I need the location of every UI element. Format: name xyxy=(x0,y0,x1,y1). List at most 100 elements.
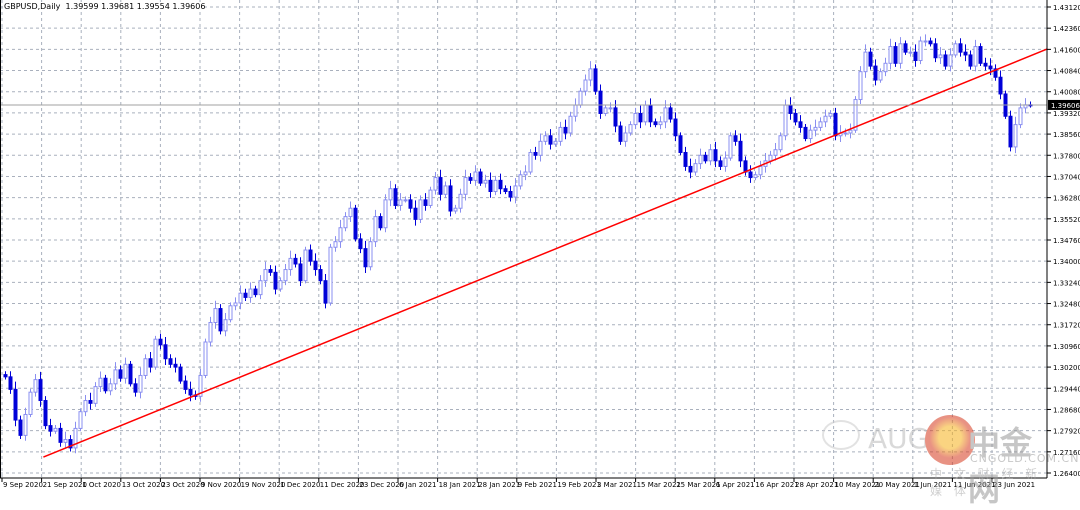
candle xyxy=(983,57,988,71)
candle xyxy=(893,42,898,67)
candle-body-bear xyxy=(873,65,878,81)
candle-body-bull xyxy=(543,135,548,142)
candle xyxy=(903,40,908,55)
candle-body-bear xyxy=(1008,115,1013,148)
candle xyxy=(858,66,863,104)
candle xyxy=(383,194,388,233)
candle xyxy=(1018,103,1023,129)
y-tick-label: 1.38560 xyxy=(1053,131,1080,139)
candle-body-bull xyxy=(428,189,433,206)
candle-body-bear xyxy=(508,191,513,198)
candle xyxy=(773,143,778,161)
price-chart[interactable]: 1.43120 1.42360 1.41600 1.40840 1.40080 1.393… xyxy=(0,0,1080,489)
x-tick-label: 28 Jan 2021 xyxy=(478,481,520,489)
candle xyxy=(948,48,953,72)
candle xyxy=(388,180,393,207)
candle xyxy=(738,133,743,168)
candle xyxy=(848,123,853,139)
candle-body-bear xyxy=(183,380,188,390)
candle xyxy=(663,100,668,129)
candle-body-bull xyxy=(818,121,823,128)
y-tick-label: 1.33240 xyxy=(1053,279,1080,287)
y-tick-label: 1.32480 xyxy=(1053,301,1080,309)
candle-body-bear xyxy=(88,400,93,404)
candle-body-bull xyxy=(723,157,728,167)
candle xyxy=(233,297,238,311)
y-tick-label: 1.40840 xyxy=(1053,68,1080,76)
candle-body-bull xyxy=(583,79,588,92)
axes: 1.43120 1.42360 1.41600 1.40840 1.40080 1.393… xyxy=(0,0,1080,489)
candle-body-bull xyxy=(443,185,448,195)
candle-body-bear xyxy=(958,43,963,53)
candle-body-bull xyxy=(263,269,268,282)
candle xyxy=(543,131,548,145)
candle-body-bull xyxy=(553,140,558,145)
candle xyxy=(378,213,383,231)
candle xyxy=(398,193,403,211)
candle-body-bull xyxy=(248,288,253,298)
candle-body-bull xyxy=(23,413,28,436)
candle xyxy=(413,200,418,226)
candle-body-bull xyxy=(643,104,648,123)
candle-body-bull xyxy=(203,341,208,376)
candle-body-bull xyxy=(908,51,913,54)
candle-body-bull xyxy=(953,43,958,56)
candle xyxy=(448,179,453,217)
candle-body-bear xyxy=(438,177,443,195)
candle-body-bear xyxy=(378,216,383,229)
candle xyxy=(588,61,593,87)
candle xyxy=(88,392,93,410)
candle-body-bull xyxy=(708,149,713,162)
y-tick-label: 1.30960 xyxy=(1053,343,1080,351)
candle xyxy=(538,133,543,162)
x-tick-label: 1 Dec 2020 xyxy=(280,481,320,489)
candle-body-bear xyxy=(393,188,398,206)
y-tick-label: 1.41600 xyxy=(1053,46,1080,54)
candle-body-bull xyxy=(403,199,408,202)
candle xyxy=(883,57,888,77)
candle-body-bull xyxy=(568,115,573,134)
candle xyxy=(183,375,188,394)
candle-body-bull xyxy=(948,54,953,67)
candle xyxy=(98,371,103,392)
x-tick-label: 23 Dec 2020 xyxy=(359,481,404,489)
candle-body-bull xyxy=(663,107,668,123)
candle-body-bull xyxy=(398,199,403,206)
candle xyxy=(698,148,703,169)
candle xyxy=(288,250,293,276)
candle xyxy=(953,40,958,58)
candle-body-bear xyxy=(408,199,413,209)
candle-body-bull xyxy=(758,165,763,176)
candle-body-bear xyxy=(13,388,18,421)
candle xyxy=(943,50,948,70)
candle xyxy=(758,160,763,180)
candle-body-bull xyxy=(558,126,563,142)
candle xyxy=(548,129,553,150)
candle-body-bear xyxy=(18,419,23,436)
candle xyxy=(843,128,848,137)
candle xyxy=(648,98,653,128)
candle-body-bull xyxy=(388,188,393,201)
candle xyxy=(693,159,698,176)
candle-body-bear xyxy=(868,51,873,67)
candle-body-bear xyxy=(593,68,598,92)
candle xyxy=(453,204,458,214)
candle xyxy=(503,185,508,195)
y-tick-label: 1.31720 xyxy=(1053,322,1080,330)
candle xyxy=(908,46,913,57)
candle-body-bear xyxy=(798,121,803,128)
candle-body-bull xyxy=(773,149,778,156)
y-tick-label: 1.30200 xyxy=(1053,364,1080,372)
candle-body-bear xyxy=(803,126,808,140)
candle xyxy=(343,212,348,232)
candle xyxy=(158,333,163,350)
candle-body-bear xyxy=(148,358,153,368)
candle xyxy=(998,70,1003,100)
chart-header: GBPUSD,Daily 1.39599 1.39681 1.39554 1.3… xyxy=(4,2,206,11)
candle xyxy=(18,415,23,439)
candle-body-bull xyxy=(1018,107,1023,126)
candle-body-bear xyxy=(43,400,48,427)
trendline[interactable] xyxy=(43,48,1048,458)
y-tick-label: 1.28680 xyxy=(1053,406,1080,414)
candle xyxy=(208,316,213,347)
